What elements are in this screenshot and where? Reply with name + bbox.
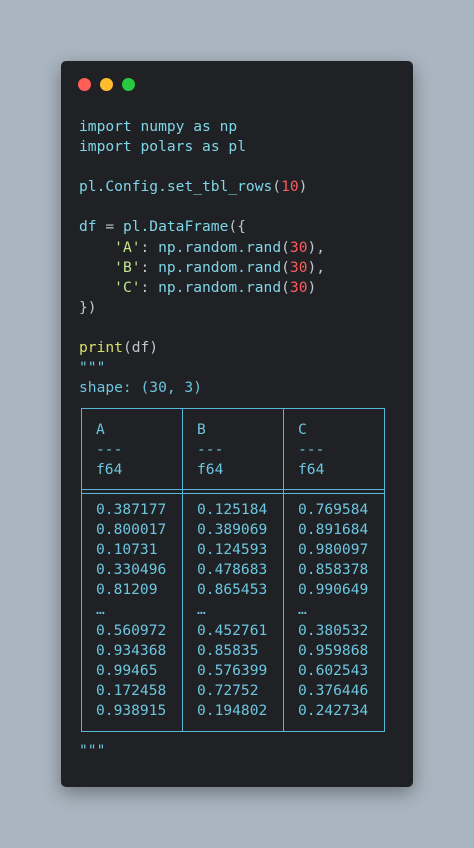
code-line-dataframe: df = pl.DataFrame({ <box>79 218 246 236</box>
table-cell: … <box>197 601 206 619</box>
code-line-entry-c: 'C': np.random.rand(30) <box>114 278 317 296</box>
code-block: import numpy as np import polars as pl p… <box>79 117 325 398</box>
table-cell: 0.389069 <box>197 521 268 539</box>
column-header: B <box>197 421 206 438</box>
table-cell: 0.452761 <box>197 621 268 639</box>
output-quotes-open: """ <box>79 359 106 377</box>
close-button[interactable] <box>78 78 91 91</box>
window-controls <box>78 78 135 91</box>
table-cell: 0.330496 <box>96 561 167 579</box>
output-table: A --- f64 0.387177 0.800017 0.10731 0.33… <box>81 408 385 732</box>
table-cell: 0.769584 <box>298 501 369 518</box>
table-cell: 0.172458 <box>96 681 167 699</box>
table-cell: 0.602543 <box>298 661 369 679</box>
code-line-print: print(df) <box>79 339 159 357</box>
table-header-rule <box>82 493 384 494</box>
table-cell: 0.560972 <box>96 621 167 639</box>
code-window: import numpy as np import polars as pl p… <box>61 61 413 787</box>
code-line-import-numpy: import numpy as np <box>79 118 238 135</box>
table-divider <box>182 409 183 731</box>
code-line-close: }) <box>79 298 97 316</box>
output-quotes-close: """ <box>79 742 106 759</box>
table-cell: 0.800017 <box>96 521 167 539</box>
table-cell: 0.980097 <box>298 541 369 559</box>
table-cell: 0.124593 <box>197 541 268 559</box>
code-line-entry-a: 'A': np.random.rand(30), <box>114 238 326 256</box>
table-cell: 0.478683 <box>197 561 268 579</box>
column-header: C <box>298 421 307 438</box>
output-quotes-close-wrap: """ <box>79 741 105 761</box>
minimize-button[interactable] <box>100 78 113 91</box>
table-cell: 0.81209 <box>96 581 158 599</box>
table-cell: 0.934368 <box>96 641 167 659</box>
table-cell: 0.99465 <box>96 661 158 679</box>
column-header: A <box>96 421 105 438</box>
table-cell: 0.72752 <box>197 681 259 699</box>
table-cell: 0.194802 <box>197 701 268 719</box>
table-cell: 0.376446 <box>298 681 369 699</box>
table-divider <box>283 409 284 731</box>
table-cell: 0.576399 <box>197 661 268 679</box>
column-dtype: f64 <box>197 461 224 479</box>
column-separator: --- <box>197 441 224 459</box>
output-shape: shape: (30, 3) <box>79 379 203 397</box>
code-line-import-polars: import polars as pl <box>79 138 246 156</box>
column-dtype: f64 <box>96 461 123 479</box>
code-line-entry-b: 'B': np.random.rand(30), <box>114 258 326 276</box>
maximize-button[interactable] <box>122 78 135 91</box>
table-cell: … <box>298 601 307 619</box>
code-line-config: pl.Config.set_tbl_rows(10) <box>79 178 308 196</box>
table-cell: 0.938915 <box>96 701 167 719</box>
table-cell: 0.387177 <box>96 501 167 518</box>
table-cell: … <box>96 601 105 619</box>
column-separator: --- <box>298 441 325 459</box>
table-cell: 0.125184 <box>197 501 268 518</box>
table-header-rule <box>82 489 384 490</box>
table-cell: 0.242734 <box>298 701 369 719</box>
table-cell: 0.891684 <box>298 521 369 539</box>
table-cell: 0.865453 <box>197 581 268 599</box>
table-cell: 0.85835 <box>197 641 259 659</box>
column-dtype: f64 <box>298 461 325 479</box>
column-separator: --- <box>96 441 123 459</box>
table-cell: 0.990649 <box>298 581 369 599</box>
table-cell: 0.10731 <box>96 541 158 559</box>
table-cell: 0.380532 <box>298 621 369 639</box>
table-cell: 0.959868 <box>298 641 369 659</box>
table-cell: 0.858378 <box>298 561 369 579</box>
